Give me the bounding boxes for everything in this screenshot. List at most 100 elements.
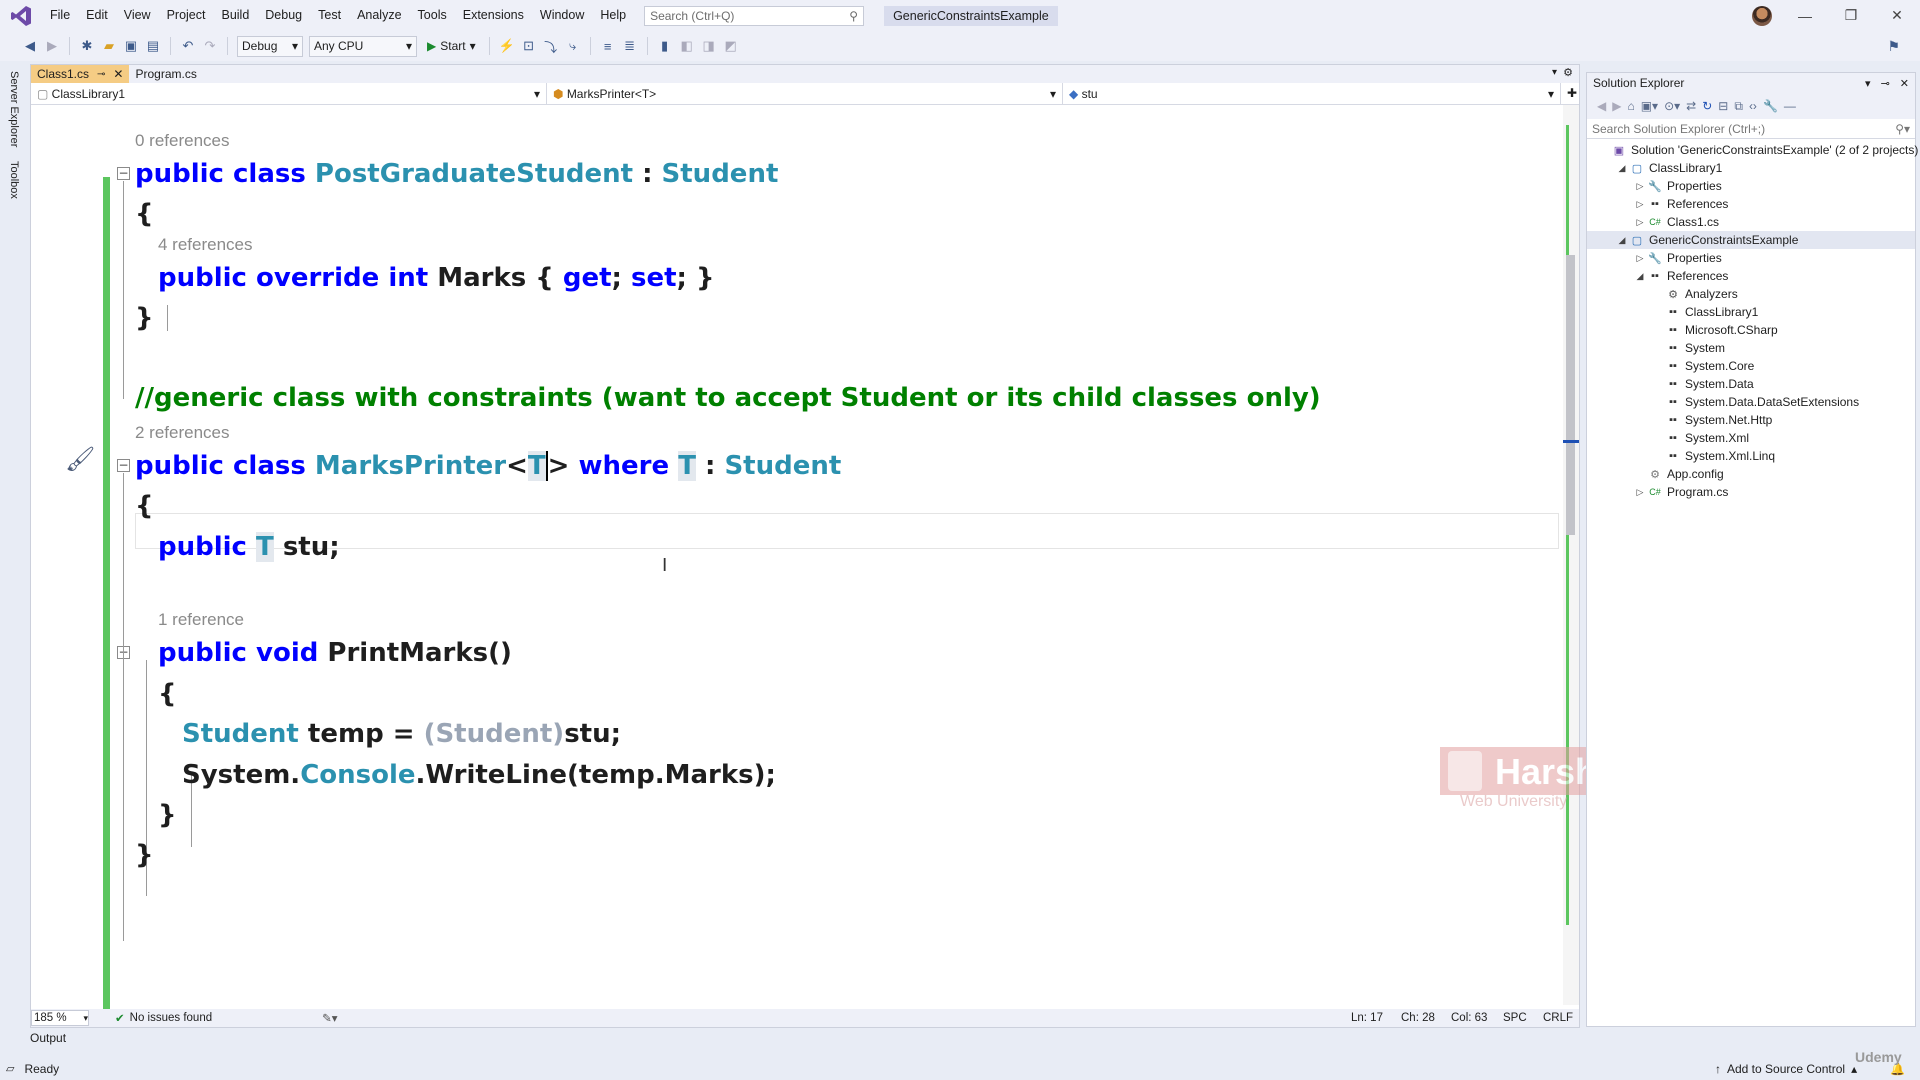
fold-toggle-icon[interactable]: −: [117, 459, 130, 472]
menu-item-analyze[interactable]: Analyze: [349, 0, 409, 31]
menu-item-tools[interactable]: Tools: [410, 0, 455, 31]
tree-item[interactable]: ⚙ App.config: [1587, 465, 1724, 483]
tree-item[interactable]: ▪▪ System: [1587, 339, 1725, 357]
tree-item[interactable]: ▣ Solution 'GenericConstraintsExample' (2…: [1587, 141, 1919, 159]
step-into-icon[interactable]: ⤵: [543, 38, 559, 55]
redo-icon[interactable]: ↷: [202, 38, 218, 54]
line-ending-mode[interactable]: CRLF: [1543, 1012, 1573, 1024]
collapsed-arrow-icon[interactable]: ▷: [1633, 253, 1647, 264]
hot-reload-icon[interactable]: ⚡: [499, 38, 515, 54]
menu-item-window[interactable]: Window: [532, 0, 592, 31]
paintbrush-icon[interactable]: 🖌: [65, 445, 95, 473]
close-icon[interactable]: ✕: [1874, 7, 1920, 24]
vertical-scrollbar[interactable]: [1563, 105, 1579, 1005]
source-control-button[interactable]: ↑ Add to Source Control ▴: [1715, 1062, 1857, 1076]
menu-item-edit[interactable]: Edit: [78, 0, 116, 31]
tree-item[interactable]: ▪▪ Microsoft.CSharp: [1587, 321, 1778, 339]
solution-search-input[interactable]: Search Solution Explorer (Ctrl+;) ⚲▾: [1587, 119, 1915, 139]
new-project-icon[interactable]: ✱: [79, 38, 95, 54]
close-icon[interactable]: ✕: [1900, 77, 1909, 90]
collapse-all-icon[interactable]: ⊟: [1718, 99, 1728, 113]
properties-wrench-icon[interactable]: 🔧: [1763, 99, 1778, 113]
menu-item-file[interactable]: File: [42, 0, 78, 31]
menu-item-build[interactable]: Build: [213, 0, 257, 31]
pin-icon[interactable]: ⊸: [1881, 77, 1890, 90]
visual-studio-logo-icon[interactable]: [6, 0, 36, 31]
toolbox-tab[interactable]: Toolbox: [8, 161, 20, 199]
tree-item[interactable]: ▪▪ System.Xml.Linq: [1587, 447, 1775, 465]
tree-item[interactable]: ◢ ▢ GenericConstraintsExample: [1587, 231, 1915, 249]
avatar[interactable]: [1752, 6, 1772, 26]
start-debugging-button[interactable]: ▶ Start ▾: [423, 39, 480, 53]
expanded-arrow-icon[interactable]: ◢: [1633, 271, 1647, 282]
clear-bookmarks-icon[interactable]: ◩: [723, 38, 739, 54]
settings-gear-icon[interactable]: ⚙: [1563, 66, 1573, 79]
tree-item[interactable]: ▪▪ System.Net.Http: [1587, 411, 1772, 429]
prev-bookmark-icon[interactable]: ◧: [679, 38, 695, 54]
code-cleanup-icon[interactable]: ✎▾: [322, 1011, 337, 1025]
step-over-icon[interactable]: ⤷: [565, 38, 581, 54]
outdent-icon[interactable]: ≣: [622, 38, 638, 54]
bookmark-icon[interactable]: ▮: [657, 38, 673, 54]
zoom-dropdown[interactable]: 185 % ▾: [31, 1010, 89, 1026]
sync-icon[interactable]: ⇄: [1686, 99, 1696, 113]
forward-icon[interactable]: ▶: [1612, 99, 1621, 113]
menu-item-view[interactable]: View: [116, 0, 159, 31]
tree-item[interactable]: ▷ 🔧 Properties: [1587, 177, 1722, 195]
refresh-icon[interactable]: ↻: [1702, 99, 1712, 113]
server-explorer-tab[interactable]: Server Explorer: [8, 71, 20, 147]
save-icon[interactable]: ▣: [123, 38, 139, 54]
menu-item-debug[interactable]: Debug: [257, 0, 310, 31]
open-file-icon[interactable]: ▰: [101, 38, 117, 54]
indent-icon[interactable]: ≡: [600, 38, 616, 54]
code-text-area[interactable]: − − − 🖌 0 references public class PostGr…: [31, 65, 1561, 1029]
tree-item[interactable]: ▪▪ System.Core: [1587, 357, 1754, 375]
back-icon[interactable]: ◀: [1597, 99, 1606, 113]
tree-item[interactable]: ◢ ▪▪ References: [1587, 267, 1729, 285]
minimize-icon[interactable]: —: [1782, 8, 1828, 24]
switch-views-icon[interactable]: ▣▾: [1641, 99, 1658, 113]
tree-item[interactable]: ▪▪ ClassLibrary1: [1587, 303, 1758, 321]
codelens-references[interactable]: 4 references: [158, 235, 253, 255]
back-icon[interactable]: ◀: [22, 38, 38, 54]
next-bookmark-icon[interactable]: ◨: [701, 38, 717, 54]
tree-item[interactable]: ▷ ▪▪ References: [1587, 195, 1729, 213]
codelens-references[interactable]: 0 references: [135, 131, 230, 151]
tree-item[interactable]: ▪▪ System.Xml: [1587, 429, 1749, 447]
preview-icon[interactable]: —: [1784, 99, 1796, 113]
restore-icon[interactable]: ❐: [1828, 7, 1874, 24]
menu-item-test[interactable]: Test: [310, 0, 349, 31]
tree-item[interactable]: ◢ ▢ ClassLibrary1: [1587, 159, 1723, 177]
tree-item[interactable]: ⚙ Analyzers: [1587, 285, 1738, 303]
tree-item[interactable]: ▪▪ System.Data: [1587, 375, 1754, 393]
collapsed-arrow-icon[interactable]: ▷: [1633, 181, 1647, 192]
codelens-references[interactable]: 1 reference: [158, 610, 244, 630]
tree-item[interactable]: ▷ C# Program.cs: [1587, 483, 1729, 501]
menu-item-extensions[interactable]: Extensions: [455, 0, 532, 31]
show-all-files-icon[interactable]: ⧉: [1734, 99, 1743, 114]
issues-status[interactable]: No issues found: [130, 1012, 212, 1024]
search-input[interactable]: Search (Ctrl+Q) ⚲: [644, 5, 865, 26]
live-share-icon[interactable]: ⚑: [1887, 38, 1900, 55]
fold-toggle-icon[interactable]: −: [117, 167, 130, 180]
tree-item[interactable]: ▪▪ System.Data.DataSetExtensions: [1587, 393, 1859, 411]
solution-config-dropdown[interactable]: Debug ▾: [237, 35, 303, 57]
menu-item-project[interactable]: Project: [159, 0, 214, 31]
tree-item[interactable]: ▷ 🔧 Properties: [1587, 249, 1722, 267]
scrollbar-thumb[interactable]: [1566, 255, 1575, 535]
tree-item[interactable]: ▷ C# Class1.cs: [1587, 213, 1719, 231]
view-code-icon[interactable]: ‹›: [1749, 99, 1757, 113]
forward-icon[interactable]: ▶: [44, 38, 60, 54]
collapsed-arrow-icon[interactable]: ▷: [1633, 487, 1647, 498]
menu-item-help[interactable]: Help: [592, 0, 634, 31]
home-icon[interactable]: ⌂: [1627, 99, 1634, 113]
undo-icon[interactable]: ↶: [180, 38, 196, 54]
split-editor-icon[interactable]: ✚: [1567, 86, 1577, 100]
expanded-arrow-icon[interactable]: ◢: [1615, 163, 1629, 174]
collapsed-arrow-icon[interactable]: ▷: [1633, 217, 1647, 228]
chevron-down-icon[interactable]: ▾: [1865, 77, 1871, 90]
screenshot-icon[interactable]: ⊡: [521, 38, 537, 54]
pending-changes-icon[interactable]: ⊙▾: [1664, 99, 1680, 113]
collapsed-arrow-icon[interactable]: ▷: [1633, 199, 1647, 210]
codelens-references[interactable]: 2 references: [135, 423, 230, 443]
